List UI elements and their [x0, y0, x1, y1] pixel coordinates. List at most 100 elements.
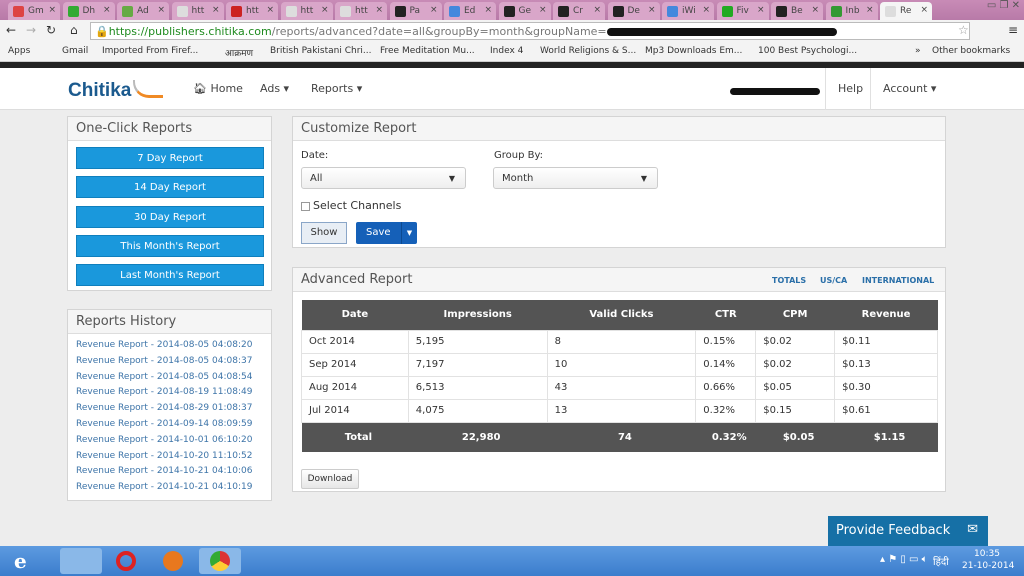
select-channels-checkbox[interactable]	[301, 202, 310, 211]
history-link[interactable]: Revenue Report - 2014-09-14 08:09:59	[68, 419, 271, 435]
internet-explorer-icon[interactable]: e	[14, 549, 40, 573]
nav-help[interactable]: Help	[838, 82, 863, 95]
bookmark-item[interactable]: आक्रमण	[225, 46, 253, 59]
browser-tab[interactable]: Be ×	[771, 2, 823, 20]
home-icon[interactable]: ⌂	[70, 23, 78, 37]
close-tab-icon[interactable]: ×	[375, 5, 383, 15]
close-tab-icon[interactable]: ×	[648, 5, 656, 15]
download-button[interactable]: Download	[301, 469, 359, 489]
nav-reports[interactable]: Reports ▾	[311, 82, 362, 95]
provide-feedback-button[interactable]: Provide Feedback ✉	[828, 516, 988, 546]
forward-icon[interactable]: →	[26, 23, 36, 37]
opera-icon[interactable]	[116, 551, 136, 571]
history-link[interactable]: Revenue Report - 2014-10-20 11:10:52	[68, 451, 271, 467]
bookmark-item[interactable]: 100 Best Psychologi...	[758, 46, 857, 56]
close-tab-icon[interactable]: ×	[321, 5, 329, 15]
tray-icons[interactable]: ▴ ⚑ ▯ ▭ 🔈︎	[880, 554, 928, 565]
browser-tab[interactable]: htt ×	[335, 2, 387, 20]
language-indicator[interactable]: हिंदी	[933, 554, 949, 568]
nav-home[interactable]: 🏠︎ Home	[193, 82, 243, 95]
close-tab-icon[interactable]: ×	[593, 5, 601, 15]
browser-tab[interactable]: Re ×	[880, 2, 932, 20]
close-tab-icon[interactable]: ×	[157, 5, 165, 15]
bookmark-item[interactable]: British Pakistani Chri...	[270, 46, 371, 56]
bookmark-item[interactable]: Other bookmarks	[932, 46, 1010, 56]
bookmark-item[interactable]: Apps	[8, 46, 30, 56]
window-controls[interactable]: ▭ ❐ ✕	[987, 0, 1020, 11]
date-label: Date:	[301, 150, 329, 161]
chitika-logo[interactable]: Chitika	[68, 80, 164, 102]
nav-account[interactable]: Account ▾	[883, 82, 936, 95]
reload-icon[interactable]: ↻	[46, 23, 56, 37]
file-explorer-icon[interactable]	[60, 548, 102, 574]
one-click-report-button[interactable]: 7 Day Report	[76, 147, 264, 169]
browser-tab[interactable]: Ad ×	[117, 2, 169, 20]
column-header[interactable]: Date	[301, 300, 409, 330]
browser-tab[interactable]: Dh ×	[62, 2, 115, 20]
history-link[interactable]: Revenue Report - 2014-10-01 06:10:20	[68, 435, 271, 451]
one-click-report-button[interactable]: 14 Day Report	[76, 176, 264, 199]
close-tab-icon[interactable]: ×	[48, 5, 56, 15]
close-tab-icon[interactable]: ×	[484, 5, 492, 15]
close-tab-icon[interactable]: ×	[702, 5, 710, 15]
browser-tab[interactable]: Pa ×	[389, 2, 442, 20]
history-link[interactable]: Revenue Report - 2014-08-29 01:08:37	[68, 403, 271, 419]
browser-tab[interactable]: Ge ×	[498, 2, 551, 20]
bookmark-item[interactable]: Index 4	[490, 46, 523, 56]
history-link[interactable]: Revenue Report - 2014-08-05 04:08:37	[68, 356, 271, 372]
column-header[interactable]: CTR	[695, 300, 756, 330]
bookmark-item[interactable]: World Religions & S...	[540, 46, 636, 56]
browser-tab[interactable]: Ed ×	[444, 2, 496, 20]
browser-tab[interactable]: iWi ×	[662, 2, 714, 20]
close-tab-icon[interactable]: ×	[811, 5, 819, 15]
browser-tab[interactable]: htt ×	[280, 2, 333, 20]
menu-icon[interactable]: ≡	[1008, 23, 1018, 37]
close-tab-icon[interactable]: ×	[866, 5, 874, 15]
history-link[interactable]: Revenue Report - 2014-10-21 04:10:19	[68, 482, 271, 498]
bookmark-item[interactable]: Free Meditation Mu...	[380, 46, 475, 56]
back-icon[interactable]: ←	[6, 23, 16, 37]
close-tab-icon[interactable]: ×	[266, 5, 274, 15]
bookmark-item[interactable]: Gmail	[62, 46, 88, 56]
one-click-report-button[interactable]: This Month's Report	[76, 234, 264, 257]
close-tab-icon[interactable]: ×	[920, 5, 928, 15]
close-tab-icon[interactable]: ×	[212, 5, 220, 15]
tab-us-ca[interactable]: US/CA	[820, 276, 847, 285]
bookmark-item[interactable]: Mp3 Downloads Em...	[645, 46, 742, 56]
nav-ads[interactable]: Ads ▾	[260, 82, 289, 95]
close-tab-icon[interactable]: ×	[103, 5, 111, 15]
date-select[interactable]: All ▼	[301, 167, 466, 189]
close-tab-icon[interactable]: ×	[430, 5, 438, 15]
close-tab-icon[interactable]: ×	[539, 5, 547, 15]
one-click-report-button[interactable]: 30 Day Report	[76, 205, 264, 228]
tab-international[interactable]: INTERNATIONAL	[862, 276, 934, 285]
table-cell: 6,513	[407, 375, 548, 400]
tab-totals[interactable]: TOTALS	[772, 276, 806, 285]
browser-tab[interactable]: Fiv ×	[716, 2, 769, 20]
bookmark-item[interactable]: Imported From Firef...	[102, 46, 198, 56]
save-button[interactable]: Save ▼	[356, 222, 417, 244]
browser-tab[interactable]: De ×	[607, 2, 660, 20]
browser-tab[interactable]: Gm ×	[8, 2, 60, 20]
history-link[interactable]: Revenue Report - 2014-08-05 04:08:54	[68, 372, 271, 388]
history-link[interactable]: Revenue Report - 2014-08-05 04:08:20	[68, 340, 271, 356]
browser-tab[interactable]: Inb ×	[825, 2, 878, 20]
group-by-select[interactable]: Month ▼	[493, 167, 658, 189]
close-tab-icon[interactable]: ×	[757, 5, 765, 15]
browser-tab[interactable]: Cr ×	[553, 2, 605, 20]
star-icon[interactable]: ☆	[958, 23, 969, 37]
column-header[interactable]: Revenue	[834, 300, 938, 330]
history-link[interactable]: Revenue Report - 2014-10-21 04:10:06	[68, 466, 271, 482]
chrome-icon[interactable]	[199, 548, 241, 574]
show-button[interactable]: Show	[301, 222, 347, 244]
one-click-report-button[interactable]: Last Month's Report	[76, 264, 264, 287]
column-header[interactable]: CPM	[755, 300, 835, 330]
column-header[interactable]: Valid Clicks	[547, 300, 696, 330]
bookmark-item[interactable]: »	[915, 46, 921, 56]
url-input[interactable]: 🔒https://publishers.chitika.com/reports/…	[90, 22, 970, 40]
column-header[interactable]: Impressions	[408, 300, 548, 330]
browser-tab[interactable]: htt ×	[171, 2, 224, 20]
history-link[interactable]: Revenue Report - 2014-08-19 11:08:49	[68, 387, 271, 403]
browser-tab[interactable]: htt ×	[226, 2, 278, 20]
firefox-icon[interactable]	[163, 551, 183, 571]
